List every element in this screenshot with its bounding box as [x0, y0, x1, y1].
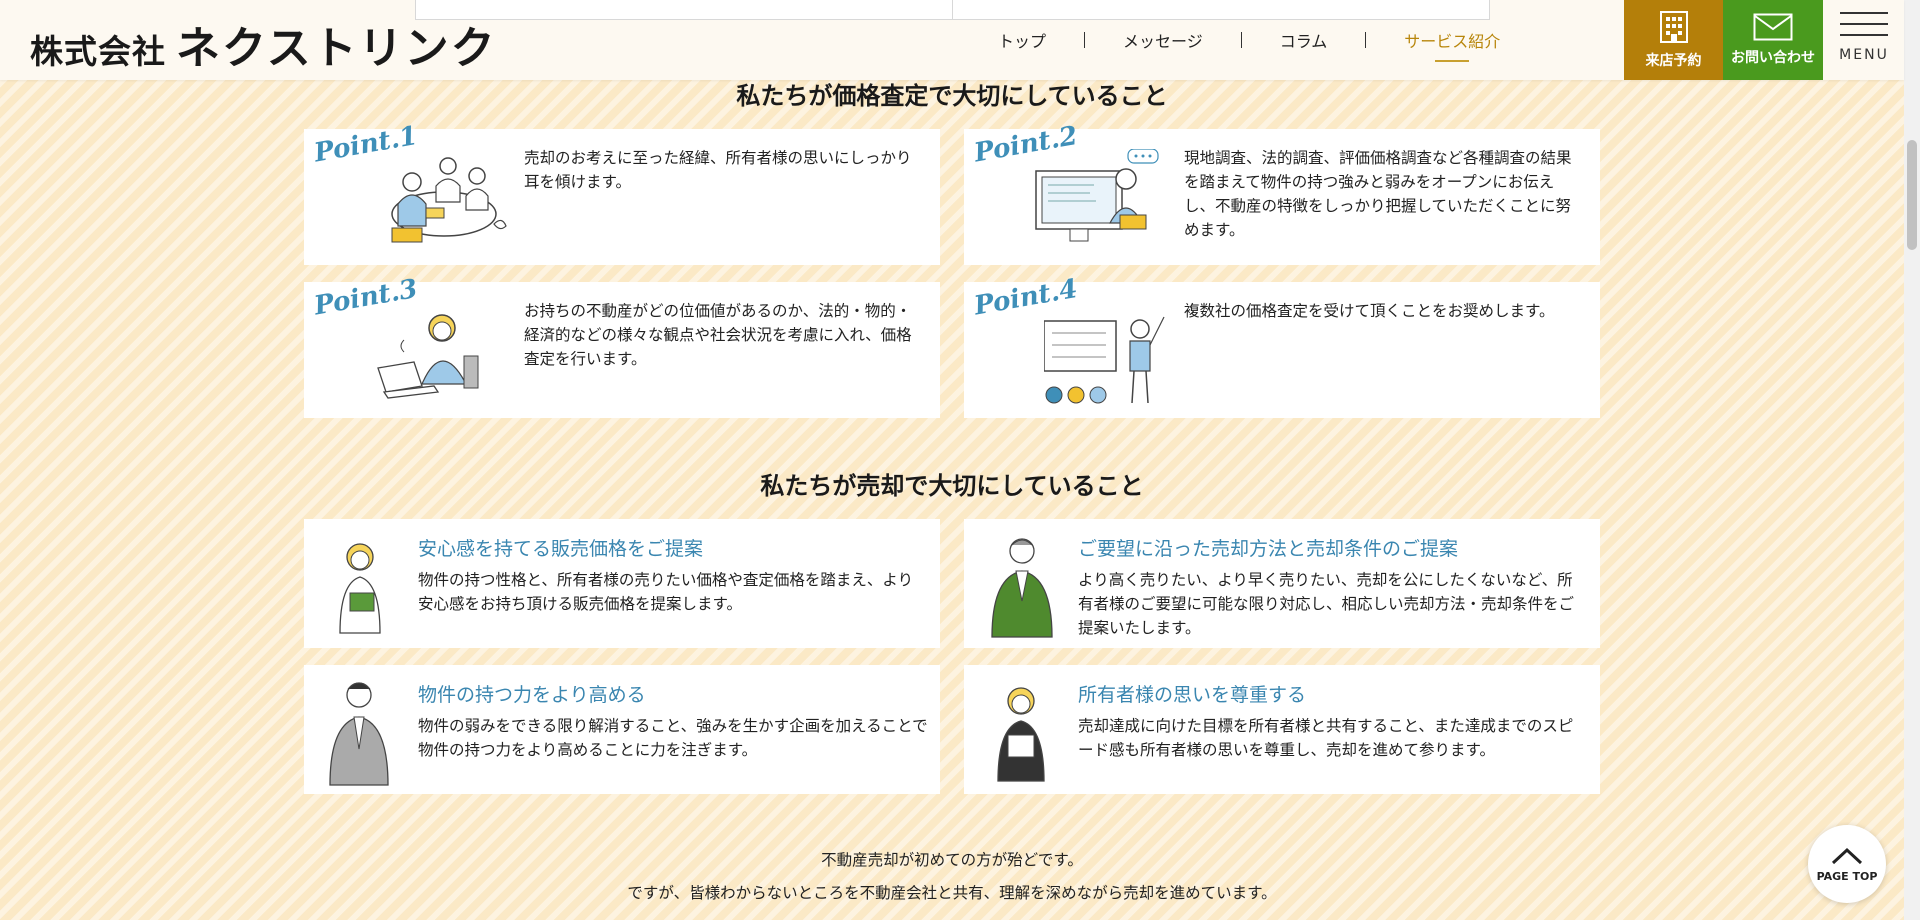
online-presenter-illustration-icon — [1035, 149, 1159, 242]
sale-card-3: 物件の持つ力をより高める 物件の弱みをできる限り解消すること、強みを生かす企画を… — [304, 665, 940, 794]
point-text: 売却のお考えに至った経緯、所有者様の思いにしっかり耳を傾けます。 — [524, 149, 912, 191]
sale-text: 売却達成に向けた目標を所有者様と共有すること、また達成までのスピード感も所有者様… — [1078, 717, 1574, 759]
man-in-green-suit-illustration-icon — [991, 538, 1053, 638]
nav-item-top[interactable]: トップ — [960, 28, 1084, 52]
intro-text-line-2: ですが、皆様わからないところを不動産会社と共有、理解を深めながら売却を進めていま… — [627, 884, 1277, 902]
site-header: 株式会社 ネクストリンク トップ メッセージ コラム サービス紹介 来店予約 お… — [0, 0, 1904, 80]
phone-laptop-illustration-icon — [377, 314, 479, 399]
sale-heading: ご要望に沿った売却方法と売却条件のご提案 — [1078, 538, 1459, 560]
store-reservation-label: 来店予約 — [1645, 53, 1702, 69]
logo-name: ネクストリンク — [176, 23, 497, 74]
sale-heading: 安心感を持てる販売価格をご提案 — [418, 538, 704, 560]
page-top-button[interactable]: PAGE TOP — [1808, 825, 1886, 903]
point-card-4: Point.4 複数社の価格査定を受けて頂くことをお奨めします。 — [964, 274, 1600, 418]
nav-item-column[interactable]: コラム — [1242, 28, 1366, 52]
hamburger-bar — [1840, 23, 1888, 25]
sale-card-2: ご要望に沿った売却方法と売却条件のご提案 より高く売りたい、より早く売りたい、売… — [964, 519, 1600, 648]
appraisal-section-title: 私たちが価格査定で大切にしていること — [736, 82, 1168, 110]
hamburger-icon — [1840, 12, 1888, 14]
page-top-label: PAGE TOP — [1816, 869, 1878, 883]
man-in-gray-suit-illustration-icon — [329, 682, 389, 786]
page-scrollbar[interactable] — [1904, 0, 1920, 920]
sale-text: より高く売りたい、より早く売りたい、売却を公にしたくないなど、所有者様のご要望に… — [1078, 571, 1575, 637]
contact-button[interactable]: お問い合わせ — [1723, 0, 1823, 80]
mail-icon — [1753, 13, 1793, 41]
nav-item-service[interactable]: サービス紹介 — [1366, 28, 1538, 52]
nav-item-message[interactable]: メッセージ — [1085, 28, 1241, 52]
sale-card-1: 安心感を持てる販売価格をご提案 物件の持つ性格と、所有者様の売りたい価格や査定価… — [304, 519, 940, 648]
main-nav: トップ メッセージ コラム サービス紹介 — [960, 22, 1538, 58]
logo-prefix: 株式会社 — [30, 32, 166, 71]
store-reservation-button[interactable]: 来店予約 — [1624, 0, 1723, 80]
sale-card-4: 所有者様の思いを尊重する 売却達成に向けた目標を所有者様と共有すること、また達成… — [964, 665, 1600, 794]
point-card-3: Point.3 お持ちの不動産がどの位価値があるのか、法的・物的・経済的などの様… — [304, 274, 940, 418]
contact-label: お問い合わせ — [1731, 50, 1815, 66]
header-overlay-strip — [415, 0, 1490, 20]
menu-label: MENU — [1839, 47, 1889, 63]
sale-text: 物件の持つ性格と、所有者様の売りたい価格や査定価格を踏まえ、より安心感をお持ち頂… — [418, 571, 914, 613]
menu-button[interactable]: MENU — [1836, 12, 1892, 72]
site-logo[interactable]: 株式会社 ネクストリンク — [30, 12, 497, 76]
point-card-2: Point.2 現地調査、法的調査、評価価格調査など各種調査の結果を踏まえて物件… — [964, 121, 1600, 265]
comparison-board-illustration-icon — [1044, 316, 1165, 404]
point-card-1: Point.1 売却のお考えに至った経緯、所有者様の思いにしっかり耳を傾けます。 — [304, 121, 940, 265]
sale-text: 物件の弱みをできる限り解消すること、強みを生かす企画を加えることで物件の持つ力を… — [418, 717, 928, 759]
point-text: 現地調査、法的調査、評価価格調査など各種調査の結果を踏まえて物件の持つ強みと弱み… — [1184, 149, 1572, 239]
sale-heading: 所有者様の思いを尊重する — [1078, 684, 1307, 706]
hamburger-bar — [1840, 34, 1888, 36]
woman-with-folder-illustration-icon — [339, 543, 381, 634]
point-text: 複数社の価格査定を受けて頂くことをお奨めします。 — [1184, 302, 1555, 320]
chevron-up-icon — [1831, 847, 1863, 864]
woman-with-clipboard-illustration-icon — [997, 687, 1045, 782]
sale-section-title: 私たちが売却で大切にしていること — [760, 472, 1144, 500]
sale-heading: 物件の持つ力をより高める — [418, 684, 646, 706]
scrollbar-thumb[interactable] — [1907, 140, 1917, 250]
meeting-illustration-icon — [391, 157, 507, 243]
building-icon — [1659, 11, 1688, 43]
intro-text-line-1: 不動産売却が初めての方が殆どです。 — [821, 851, 1083, 869]
point-text: お持ちの不動産がどの位価値があるのか、法的・物的・経済的などの様々な観点や社会状… — [524, 302, 912, 368]
